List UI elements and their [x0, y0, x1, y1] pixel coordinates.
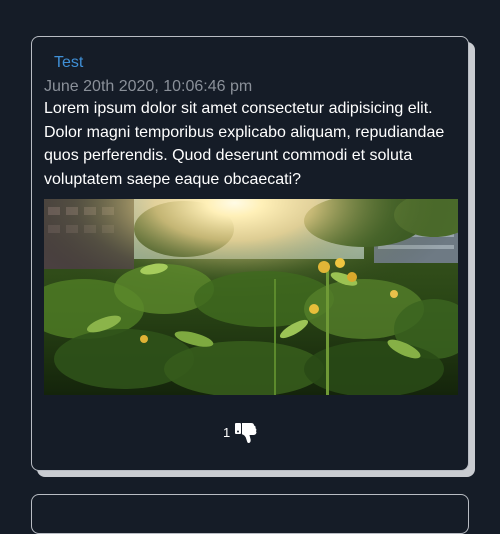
dislike-button[interactable]: 1 — [223, 421, 258, 445]
thumbs-down-icon — [235, 423, 257, 444]
dislike-count: 1 — [223, 425, 231, 440]
next-post-card — [31, 494, 469, 534]
post-photo — [44, 199, 458, 395]
post-timestamp: June 20th 2020, 10:06:46 pm — [44, 78, 253, 95]
post-body-text: Lorem ipsum dolor sit amet consectetur a… — [44, 100, 445, 188]
post-author-link[interactable]: Test — [54, 53, 83, 73]
post-card: Test June 20th 2020, 10:06:46 pm Lorem i… — [31, 36, 469, 471]
